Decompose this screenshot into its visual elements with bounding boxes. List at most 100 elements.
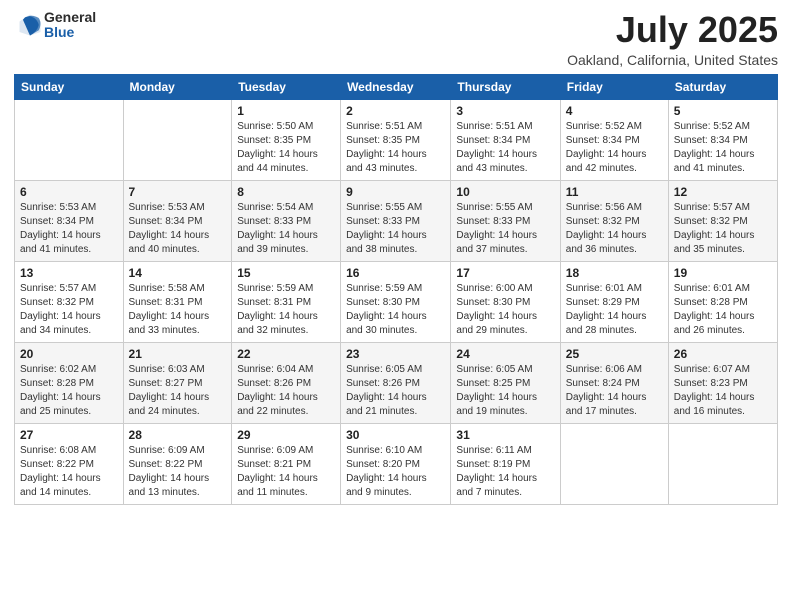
day-info: Sunrise: 5:57 AM Sunset: 8:32 PM Dayligh… xyxy=(20,282,118,338)
calendar-day-cell: 13Sunrise: 5:57 AM Sunset: 8:32 PM Dayli… xyxy=(15,261,124,342)
calendar-day-cell: 19 Sunrise: 6:01 AM Sunset: 8:28 PM Dayli… xyxy=(668,261,777,342)
day-number: 2 xyxy=(346,104,445,118)
day-info: Sunrise: 6:01 AM Sunset: 8:28 PM Dayligh… xyxy=(674,282,772,338)
day-number: 26 xyxy=(674,347,772,361)
day-number: 10 xyxy=(456,185,554,199)
day-number: 20 xyxy=(20,347,118,361)
day-info: Sunrise: 5:51 AM Sunset: 8:34 PM Dayligh… xyxy=(456,120,554,176)
day-info: Sunrise: 5:55 AM Sunset: 8:33 PM Dayligh… xyxy=(456,201,554,257)
day-number: 17 xyxy=(456,266,554,280)
day-number: 15 xyxy=(237,266,335,280)
calendar-day-cell: 5Sunrise: 5:52 AM Sunset: 8:34 PM Daylig… xyxy=(668,99,777,180)
day-number: 22 xyxy=(237,347,335,361)
calendar-day-cell: 10 Sunrise: 5:55 AM Sunset: 8:33 PM Dayli… xyxy=(451,180,560,261)
calendar-day-cell xyxy=(123,99,232,180)
day-info: Sunrise: 5:57 AM Sunset: 8:32 PM Dayligh… xyxy=(674,201,772,257)
calendar-day-cell: 7 Sunrise: 5:53 AM Sunset: 8:34 PM Daylig… xyxy=(123,180,232,261)
header: General Blue July 2025 Oakland, Californ… xyxy=(14,10,778,68)
calendar-day-cell: 29 Sunrise: 6:09 AM Sunset: 8:21 PM Dayli… xyxy=(232,423,341,504)
day-number: 23 xyxy=(346,347,445,361)
calendar-week-row: 27 Sunrise: 6:08 AM Sunset: 8:22 PM Dayli… xyxy=(15,423,778,504)
day-info: Sunrise: 5:52 AM Sunset: 8:34 PM Dayligh… xyxy=(674,120,772,176)
calendar-day-cell: 20 Sunrise: 6:02 AM Sunset: 8:28 PM Dayli… xyxy=(15,342,124,423)
day-info: Sunrise: 6:09 AM Sunset: 8:22 PM Dayligh… xyxy=(129,444,227,500)
calendar-day-cell: 22 Sunrise: 6:04 AM Sunset: 8:26 PM Dayli… xyxy=(232,342,341,423)
logo-text: General Blue xyxy=(44,10,96,41)
day-number: 18 xyxy=(566,266,663,280)
calendar-day-cell: 14Sunrise: 5:58 AM Sunset: 8:31 PM Dayli… xyxy=(123,261,232,342)
day-info: Sunrise: 5:55 AM Sunset: 8:33 PM Dayligh… xyxy=(346,201,445,257)
day-number: 9 xyxy=(346,185,445,199)
calendar-day-cell: 9 Sunrise: 5:55 AM Sunset: 8:33 PM Daylig… xyxy=(341,180,451,261)
title-block: July 2025 Oakland, California, United St… xyxy=(567,10,778,68)
calendar-day-cell: 2Sunrise: 5:51 AM Sunset: 8:35 PM Daylig… xyxy=(341,99,451,180)
weekday-header-row: SundayMondayTuesdayWednesdayThursdayFrid… xyxy=(15,74,778,99)
calendar-day-cell: 1Sunrise: 5:50 AM Sunset: 8:35 PM Daylig… xyxy=(232,99,341,180)
calendar-day-cell xyxy=(668,423,777,504)
day-info: Sunrise: 6:08 AM Sunset: 8:22 PM Dayligh… xyxy=(20,444,118,500)
calendar-week-row: 13Sunrise: 5:57 AM Sunset: 8:32 PM Dayli… xyxy=(15,261,778,342)
weekday-header: Monday xyxy=(123,74,232,99)
calendar-day-cell: 28 Sunrise: 6:09 AM Sunset: 8:22 PM Dayli… xyxy=(123,423,232,504)
day-info: Sunrise: 6:03 AM Sunset: 8:27 PM Dayligh… xyxy=(129,363,227,419)
day-info: Sunrise: 6:00 AM Sunset: 8:30 PM Dayligh… xyxy=(456,282,554,338)
day-number: 8 xyxy=(237,185,335,199)
day-info: Sunrise: 5:53 AM Sunset: 8:34 PM Dayligh… xyxy=(20,201,118,257)
weekday-header: Saturday xyxy=(668,74,777,99)
calendar-day-cell: 17 Sunrise: 6:00 AM Sunset: 8:30 PM Dayli… xyxy=(451,261,560,342)
calendar-day-cell: 8 Sunrise: 5:54 AM Sunset: 8:33 PM Daylig… xyxy=(232,180,341,261)
calendar-day-cell: 12 Sunrise: 5:57 AM Sunset: 8:32 PM Dayli… xyxy=(668,180,777,261)
day-info: Sunrise: 6:07 AM Sunset: 8:23 PM Dayligh… xyxy=(674,363,772,419)
day-number: 21 xyxy=(129,347,227,361)
day-number: 12 xyxy=(674,185,772,199)
weekday-header: Thursday xyxy=(451,74,560,99)
weekday-header: Tuesday xyxy=(232,74,341,99)
day-number: 7 xyxy=(129,185,227,199)
day-number: 19 xyxy=(674,266,772,280)
day-info: Sunrise: 6:01 AM Sunset: 8:29 PM Dayligh… xyxy=(566,282,663,338)
day-info: Sunrise: 5:50 AM Sunset: 8:35 PM Dayligh… xyxy=(237,120,335,176)
title-month: July 2025 xyxy=(567,10,778,50)
calendar-day-cell: 21 Sunrise: 6:03 AM Sunset: 8:27 PM Dayli… xyxy=(123,342,232,423)
page: General Blue July 2025 Oakland, Californ… xyxy=(0,0,792,612)
day-number: 24 xyxy=(456,347,554,361)
day-number: 28 xyxy=(129,428,227,442)
day-info: Sunrise: 6:02 AM Sunset: 8:28 PM Dayligh… xyxy=(20,363,118,419)
calendar-day-cell: 23 Sunrise: 6:05 AM Sunset: 8:26 PM Dayli… xyxy=(341,342,451,423)
calendar-day-cell: 18 Sunrise: 6:01 AM Sunset: 8:29 PM Dayli… xyxy=(560,261,668,342)
calendar-day-cell: 6 Sunrise: 5:53 AM Sunset: 8:34 PM Daylig… xyxy=(15,180,124,261)
day-info: Sunrise: 5:56 AM Sunset: 8:32 PM Dayligh… xyxy=(566,201,663,257)
day-number: 29 xyxy=(237,428,335,442)
logo-general: General xyxy=(44,10,96,25)
day-number: 4 xyxy=(566,104,663,118)
day-info: Sunrise: 6:11 AM Sunset: 8:19 PM Dayligh… xyxy=(456,444,554,500)
day-info: Sunrise: 6:10 AM Sunset: 8:20 PM Dayligh… xyxy=(346,444,445,500)
day-info: Sunrise: 6:05 AM Sunset: 8:26 PM Dayligh… xyxy=(346,363,445,419)
day-number: 16 xyxy=(346,266,445,280)
calendar-day-cell xyxy=(560,423,668,504)
title-location: Oakland, California, United States xyxy=(567,52,778,68)
weekday-header: Sunday xyxy=(15,74,124,99)
day-info: Sunrise: 5:58 AM Sunset: 8:31 PM Dayligh… xyxy=(129,282,227,338)
day-info: Sunrise: 6:05 AM Sunset: 8:25 PM Dayligh… xyxy=(456,363,554,419)
calendar-week-row: 1Sunrise: 5:50 AM Sunset: 8:35 PM Daylig… xyxy=(15,99,778,180)
calendar-week-row: 6 Sunrise: 5:53 AM Sunset: 8:34 PM Daylig… xyxy=(15,180,778,261)
calendar-day-cell: 16Sunrise: 5:59 AM Sunset: 8:30 PM Dayli… xyxy=(341,261,451,342)
calendar: SundayMondayTuesdayWednesdayThursdayFrid… xyxy=(14,74,778,505)
weekday-header: Friday xyxy=(560,74,668,99)
day-info: Sunrise: 6:04 AM Sunset: 8:26 PM Dayligh… xyxy=(237,363,335,419)
day-info: Sunrise: 5:54 AM Sunset: 8:33 PM Dayligh… xyxy=(237,201,335,257)
day-number: 27 xyxy=(20,428,118,442)
logo: General Blue xyxy=(14,10,96,41)
calendar-day-cell: 15Sunrise: 5:59 AM Sunset: 8:31 PM Dayli… xyxy=(232,261,341,342)
weekday-header: Wednesday xyxy=(341,74,451,99)
calendar-day-cell: 30Sunrise: 6:10 AM Sunset: 8:20 PM Dayli… xyxy=(341,423,451,504)
day-info: Sunrise: 6:09 AM Sunset: 8:21 PM Dayligh… xyxy=(237,444,335,500)
calendar-week-row: 20 Sunrise: 6:02 AM Sunset: 8:28 PM Dayli… xyxy=(15,342,778,423)
day-info: Sunrise: 5:53 AM Sunset: 8:34 PM Dayligh… xyxy=(129,201,227,257)
day-info: Sunrise: 6:06 AM Sunset: 8:24 PM Dayligh… xyxy=(566,363,663,419)
calendar-day-cell: 27 Sunrise: 6:08 AM Sunset: 8:22 PM Dayli… xyxy=(15,423,124,504)
logo-icon xyxy=(16,11,44,39)
calendar-day-cell: 24 Sunrise: 6:05 AM Sunset: 8:25 PM Dayli… xyxy=(451,342,560,423)
day-number: 6 xyxy=(20,185,118,199)
